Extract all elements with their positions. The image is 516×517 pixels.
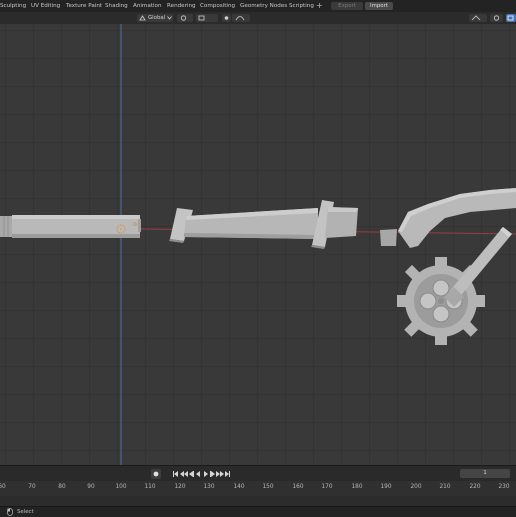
ruler-tick: 220 (469, 484, 481, 490)
tab-shading[interactable]: Shading (105, 1, 128, 11)
tab-animation[interactable]: Animation (133, 1, 162, 11)
ruler-tick: 80 (58, 484, 66, 490)
import-button[interactable]: Import (365, 2, 393, 10)
record-icon[interactable] (151, 469, 161, 479)
gizmo-icon (471, 15, 481, 21)
orientation-label: Global (148, 15, 166, 21)
overlay-icon (493, 15, 500, 21)
snap-icon (198, 15, 205, 21)
ruler-tick: 170 (321, 484, 333, 490)
xray-icon (507, 15, 514, 21)
ejector-rod[interactable] (444, 227, 512, 307)
ruler-tick: 210 (439, 484, 451, 490)
ruler-tick: 190 (380, 484, 392, 490)
ruler-tick: 130 (203, 484, 215, 490)
snap-dropdown[interactable] (196, 14, 218, 22)
tab-uv-editing[interactable]: UV Editing (31, 1, 60, 11)
status-select-label: Select (17, 509, 34, 515)
ruler-tick: 200 (410, 484, 422, 490)
viewport-header: Global (0, 12, 516, 24)
3d-viewport[interactable] (0, 24, 516, 465)
frame-ruler[interactable]: 60 70 80 90 100 110 120 130 140 150 160 … (0, 481, 516, 496)
transform-orientation-icon (139, 15, 146, 21)
chevron-down-icon (167, 16, 172, 20)
mouse-left-icon (7, 508, 13, 516)
tab-texture-paint[interactable]: Texture Paint (66, 1, 102, 11)
ruler-tick: 120 (174, 484, 186, 490)
ruler-tick: 140 (233, 484, 245, 490)
export-button[interactable]: Export (331, 2, 363, 10)
ruler-tick: 90 (87, 484, 95, 490)
ruler-tick: 110 (144, 484, 156, 490)
proportional-editing-icon (224, 16, 229, 20)
tab-rendering[interactable]: Rendering (167, 1, 196, 11)
ruler-tick: 70 (28, 484, 36, 490)
tab-compositing[interactable]: Compositing (200, 1, 235, 11)
viewport-canvas (0, 24, 516, 465)
current-frame-field[interactable]: 1 (460, 469, 510, 478)
pivot-point-dropdown[interactable] (177, 14, 193, 22)
tab-geometry-nodes[interactable]: Geometry Nodes (240, 1, 287, 11)
barrel-segment-1[interactable] (0, 215, 141, 238)
timeline-header: 1 (0, 465, 516, 482)
tab-scripting[interactable]: Scripting (289, 1, 314, 11)
ruler-tick: 150 (262, 484, 274, 490)
playback-controls[interactable] (172, 470, 232, 478)
ruler-tick: 230 (498, 484, 510, 490)
ruler-tick: 180 (351, 484, 363, 490)
falloff-dropdown[interactable] (232, 14, 250, 22)
add-workspace-button[interactable]: + (316, 0, 323, 12)
barrel-segment-2[interactable] (169, 200, 358, 249)
gizmo-dropdown[interactable] (469, 14, 487, 22)
proportional-editing-toggle[interactable] (222, 14, 231, 22)
keyframe-area[interactable] (0, 496, 516, 506)
ruler-tick: 160 (292, 484, 304, 490)
pivot-icon (180, 15, 187, 21)
ruler-tick: 60 (0, 484, 6, 490)
status-bar: Select (0, 506, 516, 517)
overlay-toggle[interactable] (490, 14, 503, 22)
falloff-curve-icon (235, 16, 245, 21)
tab-sculpting[interactable]: Sculpting (0, 1, 26, 11)
xray-toggle[interactable] (506, 14, 516, 22)
ruler-tick: 100 (115, 484, 127, 490)
